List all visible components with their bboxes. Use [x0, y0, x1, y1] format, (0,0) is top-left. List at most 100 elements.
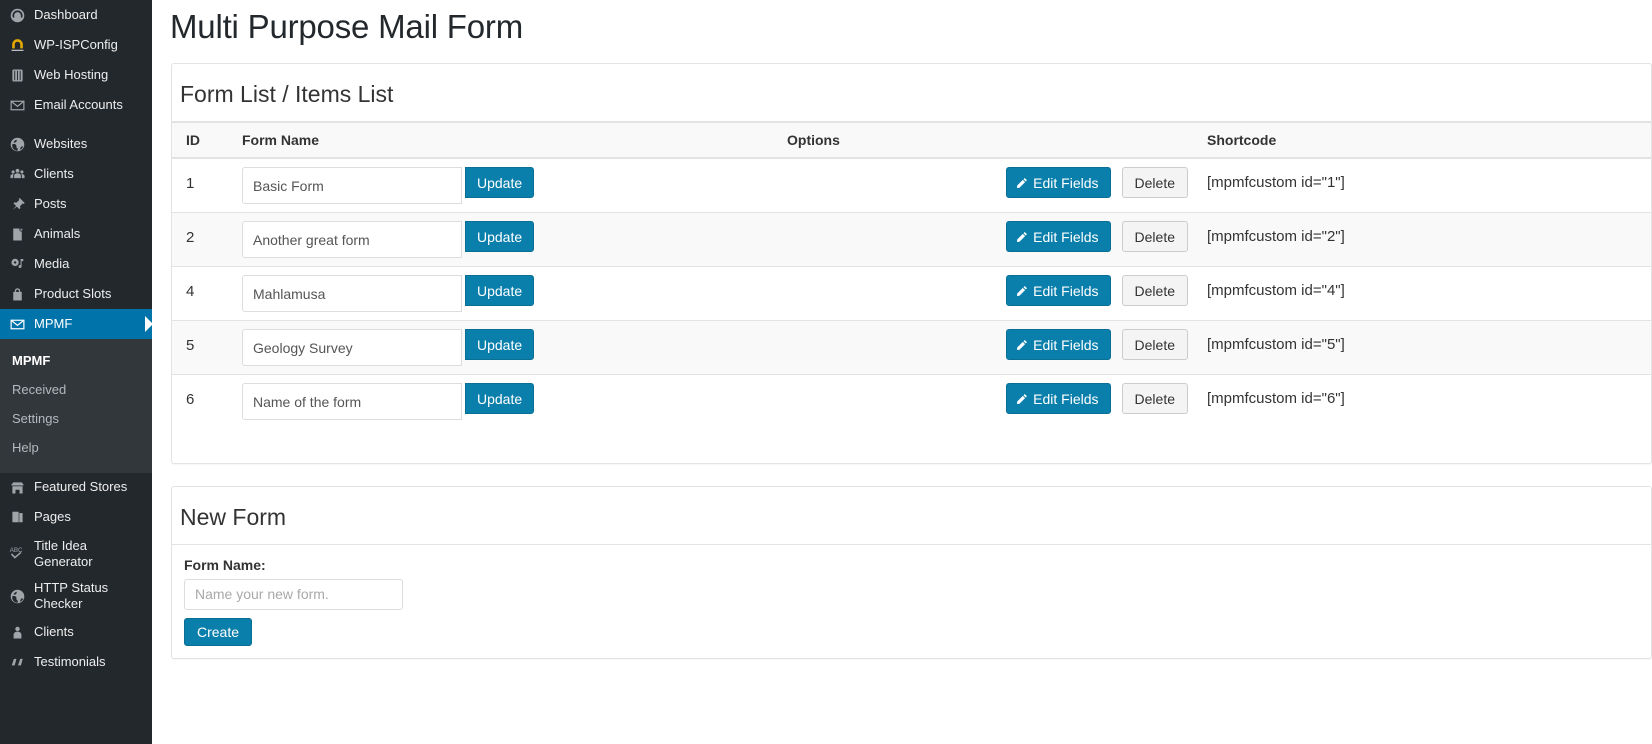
- sidebar-item-label: Clients: [34, 165, 74, 181]
- cell-shortcode: [mpmfcustom id="1"]: [1199, 157, 1651, 213]
- sidebar-item-product-slots[interactable]: Product Slots: [0, 279, 152, 309]
- update-button[interactable]: Update: [465, 383, 535, 414]
- submenu-item-label: Settings: [12, 410, 59, 426]
- forms-table-body: 1 Update: [172, 157, 1651, 463]
- sidebar-item-mpmf[interactable]: MPMF: [0, 309, 152, 339]
- sidebar-item-label: Email Accounts: [34, 96, 123, 112]
- edit-fields-button[interactable]: Edit Fields: [1006, 221, 1111, 252]
- form-name-input[interactable]: [242, 221, 462, 258]
- shortcode-text: [mpmfcustom id="6"]: [1207, 390, 1345, 407]
- sidebar-item-label: Dashboard: [34, 6, 98, 22]
- sidebar-item-dashboard[interactable]: Dashboard: [0, 0, 152, 30]
- bag-icon: [0, 286, 34, 303]
- edit-fields-button[interactable]: Edit Fields: [1006, 275, 1111, 306]
- sidebar-item-clients[interactable]: Clients: [0, 159, 152, 189]
- options-group: Edit Fields Delete: [787, 221, 1191, 252]
- row-id: 2: [186, 229, 195, 246]
- edit-fields-label: Edit Fields: [1033, 174, 1099, 191]
- form-name-input[interactable]: [242, 329, 462, 366]
- cell-shortcode: [mpmfcustom id="2"]: [1199, 212, 1651, 267]
- pencil-icon: [1016, 339, 1028, 351]
- shortcode-text: [mpmfcustom id="1"]: [1207, 174, 1345, 191]
- cell-shortcode: [mpmfcustom id="4"]: [1199, 266, 1651, 321]
- cell-form-name: Update: [234, 374, 779, 429]
- sidebar-item-clients-2[interactable]: Clients: [0, 618, 152, 648]
- sidebar-item-testimonials[interactable]: Testimonials: [0, 648, 152, 678]
- form-list-panel: Form List / Items List ID Form Name Opti…: [171, 63, 1652, 464]
- submenu-item-mpmf[interactable]: MPMF: [0, 347, 152, 376]
- sidebar-item-featured-stores[interactable]: Featured Stores: [0, 473, 152, 503]
- cell-options: Edit Fields Delete: [779, 157, 1199, 213]
- row-id: 5: [186, 337, 195, 354]
- table-row: 6 Update: [172, 374, 1651, 429]
- delete-button[interactable]: Delete: [1121, 221, 1188, 252]
- page-add-icon: [0, 226, 34, 243]
- options-group: Edit Fields Delete: [787, 383, 1191, 414]
- submenu-item-help[interactable]: Help: [0, 434, 152, 463]
- cell-shortcode: [mpmfcustom id="6"]: [1199, 374, 1651, 429]
- table-row: 5 Update: [172, 320, 1651, 375]
- row-id: 1: [186, 175, 195, 192]
- sidebar-item-label: Featured Stores: [34, 479, 128, 495]
- shortcode-text: [mpmfcustom id="5"]: [1207, 336, 1345, 353]
- store-icon: [0, 479, 34, 496]
- sidebar-item-label: Media: [34, 255, 70, 271]
- edit-fields-label: Edit Fields: [1033, 282, 1099, 299]
- sidebar-item-title-idea-generator[interactable]: ABC Title Idea Generator: [0, 533, 152, 576]
- globe-icon: [0, 588, 34, 605]
- sidebar-item-http-status-checker[interactable]: HTTP Status Checker: [0, 575, 152, 618]
- sidebar-item-label: HTTP Status Checker: [34, 580, 109, 612]
- submenu-item-label: Help: [12, 439, 39, 455]
- options-group: Edit Fields Delete: [787, 167, 1191, 198]
- edit-fields-button[interactable]: Edit Fields: [1006, 329, 1111, 360]
- form-name-input[interactable]: [242, 275, 462, 312]
- delete-button[interactable]: Delete: [1121, 167, 1188, 198]
- submenu-item-label: MPMF: [12, 353, 51, 368]
- cell-form-name: Update: [234, 157, 779, 213]
- table-row: 1 Update: [172, 157, 1651, 213]
- delete-button[interactable]: Delete: [1121, 275, 1188, 306]
- form-name-input[interactable]: [242, 383, 462, 420]
- edit-fields-label: Edit Fields: [1033, 390, 1099, 407]
- submenu-item-settings[interactable]: Settings: [0, 405, 152, 434]
- cell-id: 6: [172, 374, 234, 429]
- sidebar-item-label: MPMF: [34, 315, 73, 331]
- update-button[interactable]: Update: [465, 167, 535, 198]
- forms-table-head: ID Form Name Options Shortcode: [172, 122, 1651, 159]
- sidebar-item-label: Animals: [34, 225, 81, 241]
- sidebar-item-label: Testimonials: [34, 654, 106, 670]
- sidebar-item-web-hosting[interactable]: Web Hosting: [0, 60, 152, 90]
- new-form-name-input[interactable]: [184, 578, 403, 610]
- form-name-input[interactable]: [242, 167, 462, 204]
- admin-page: Dashboard WP-ISPConfig Web Hosting Email…: [0, 0, 1652, 744]
- sidebar-item-media[interactable]: Media: [0, 249, 152, 279]
- sidebar-item-posts[interactable]: Posts: [0, 189, 152, 219]
- column-header-shortcode: Shortcode: [1199, 122, 1651, 159]
- update-button[interactable]: Update: [465, 329, 535, 360]
- sidebar-item-animals[interactable]: Animals: [0, 219, 152, 249]
- group-icon: [0, 166, 34, 183]
- edit-fields-button[interactable]: Edit Fields: [1006, 383, 1111, 414]
- sidebar-item-email-accounts[interactable]: Email Accounts: [0, 90, 152, 120]
- table-spacer-row: [172, 429, 1651, 463]
- delete-button[interactable]: Delete: [1121, 329, 1188, 360]
- options-group: Edit Fields Delete: [787, 275, 1191, 306]
- pencil-icon: [1016, 231, 1028, 243]
- sidebar-item-label: Title Idea Generator: [34, 537, 93, 569]
- form-name-group: Update: [242, 275, 771, 312]
- submenu-item-received[interactable]: Received: [0, 376, 152, 405]
- column-header-options: Options: [779, 122, 1199, 159]
- sidebar-item-websites[interactable]: Websites: [0, 129, 152, 159]
- column-header-id: ID: [172, 122, 234, 159]
- shortcode-text: [mpmfcustom id="4"]: [1207, 282, 1345, 299]
- sidebar-item-wp-ispconfig[interactable]: WP-ISPConfig: [0, 30, 152, 60]
- form-name-group: Update: [242, 167, 771, 204]
- edit-fields-button[interactable]: Edit Fields: [1006, 167, 1111, 198]
- update-button[interactable]: Update: [465, 275, 535, 306]
- delete-button[interactable]: Delete: [1121, 383, 1188, 414]
- update-button[interactable]: Update: [465, 221, 535, 252]
- create-button[interactable]: Create: [184, 617, 253, 646]
- sidebar-item-label: Product Slots: [34, 285, 112, 301]
- edit-fields-label: Edit Fields: [1033, 336, 1099, 353]
- sidebar-item-pages[interactable]: Pages: [0, 503, 152, 533]
